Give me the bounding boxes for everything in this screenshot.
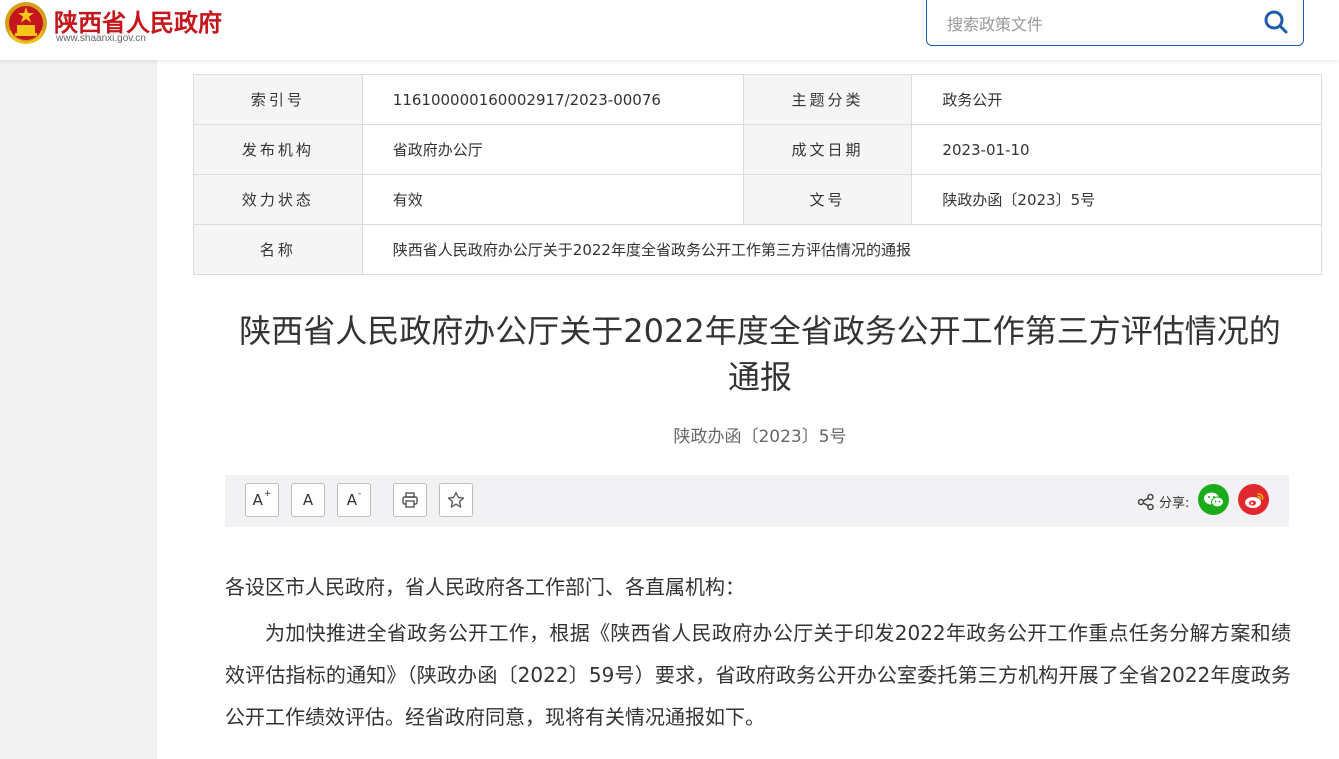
share-weibo-button[interactable] <box>1238 484 1269 515</box>
table-row: 发布机构 省政府办公厅 成文日期 2023-01-10 <box>193 124 1322 175</box>
table-row: 索引号 116100000160002917/2023-00076 主题分类 政… <box>193 74 1322 125</box>
font-normal-button[interactable]: A <box>291 483 325 517</box>
print-button[interactable] <box>393 483 427 517</box>
font-normal-label: A <box>302 491 314 509</box>
font-decrease-sup: - <box>358 489 362 499</box>
font-decrease-button[interactable]: A- <box>337 483 371 517</box>
search-input[interactable] <box>945 11 1249 37</box>
favorite-button[interactable] <box>439 483 473 517</box>
docno-value: 陕政办函〔2023〕5号 <box>911 174 1322 225</box>
table-row: 效力状态 有效 文号 陕政办函〔2023〕5号 <box>193 174 1322 225</box>
article-toolbar: A + A A- 分享: <box>225 475 1289 527</box>
site-logo[interactable]: 陕西省人民政府 www.shaanxi.gov.cn <box>4 1 244 51</box>
status-label: 效力状态 <box>193 174 363 225</box>
share-label: 分享: <box>1159 496 1190 511</box>
article-doc-number: 陕政办函〔2023〕5号 <box>673 427 847 447</box>
topic-label: 主题分类 <box>742 74 913 125</box>
font-increase-button[interactable]: A + <box>245 483 279 517</box>
date-value: 2023-01-10 <box>911 124 1322 175</box>
name-label: 名称 <box>193 224 363 275</box>
date-label: 成文日期 <box>742 124 913 175</box>
main-content: 索引号 116100000160002917/2023-00076 主题分类 政… <box>157 60 1339 759</box>
search-box <box>926 0 1304 46</box>
star-icon <box>447 491 465 508</box>
table-row: 名称 陕西省人民政府办公厅关于2022年度全省政务公开工作第三方评估情况的通报 <box>193 224 1323 275</box>
topic-value: 政务公开 <box>911 74 1322 125</box>
index-label: 索引号 <box>193 74 363 125</box>
font-decrease-label: A <box>346 491 357 509</box>
publisher-value: 省政府办公厅 <box>361 124 744 175</box>
search-icon[interactable] <box>1263 9 1289 35</box>
article-body: 各设区市人民政府，省人民政府各工作部门、各直属机构： 为加快推进全省政务公开工作… <box>225 566 1291 738</box>
article-paragraph: 为加快推进全省政务公开工作，根据《陕西省人民政府办公厅关于印发2022年政务公开… <box>225 621 1291 729</box>
status-value: 有效 <box>361 174 744 225</box>
article-salutation: 各设区市人民政府，省人民政府各工作部门、各直属机构： <box>225 575 745 599</box>
document-meta-table: 索引号 116100000160002917/2023-00076 主题分类 政… <box>193 74 1323 275</box>
national-emblem-icon <box>5 2 47 45</box>
docno-label: 文号 <box>742 174 913 225</box>
site-url: www.shaanxi.gov.cn <box>56 33 146 44</box>
print-icon <box>402 492 418 508</box>
index-value: 116100000160002917/2023-00076 <box>361 74 744 125</box>
name-value: 陕西省人民政府办公厅关于2022年度全省政务公开工作第三方评估情况的通报 <box>361 224 1323 275</box>
font-increase-sup: + <box>263 489 272 499</box>
site-header: 陕西省人民政府 www.shaanxi.gov.cn <box>0 0 1339 60</box>
weibo-icon <box>1244 492 1263 508</box>
share-wechat-button[interactable] <box>1198 484 1229 515</box>
share-icon <box>1137 493 1154 511</box>
article-title: 陕西省人民政府办公厅关于2022年度全省政务公开工作第三方评估情况的通报 <box>239 312 1281 396</box>
publisher-label: 发布机构 <box>193 124 363 175</box>
wechat-icon <box>1203 492 1224 507</box>
font-increase-label: A <box>252 491 263 509</box>
